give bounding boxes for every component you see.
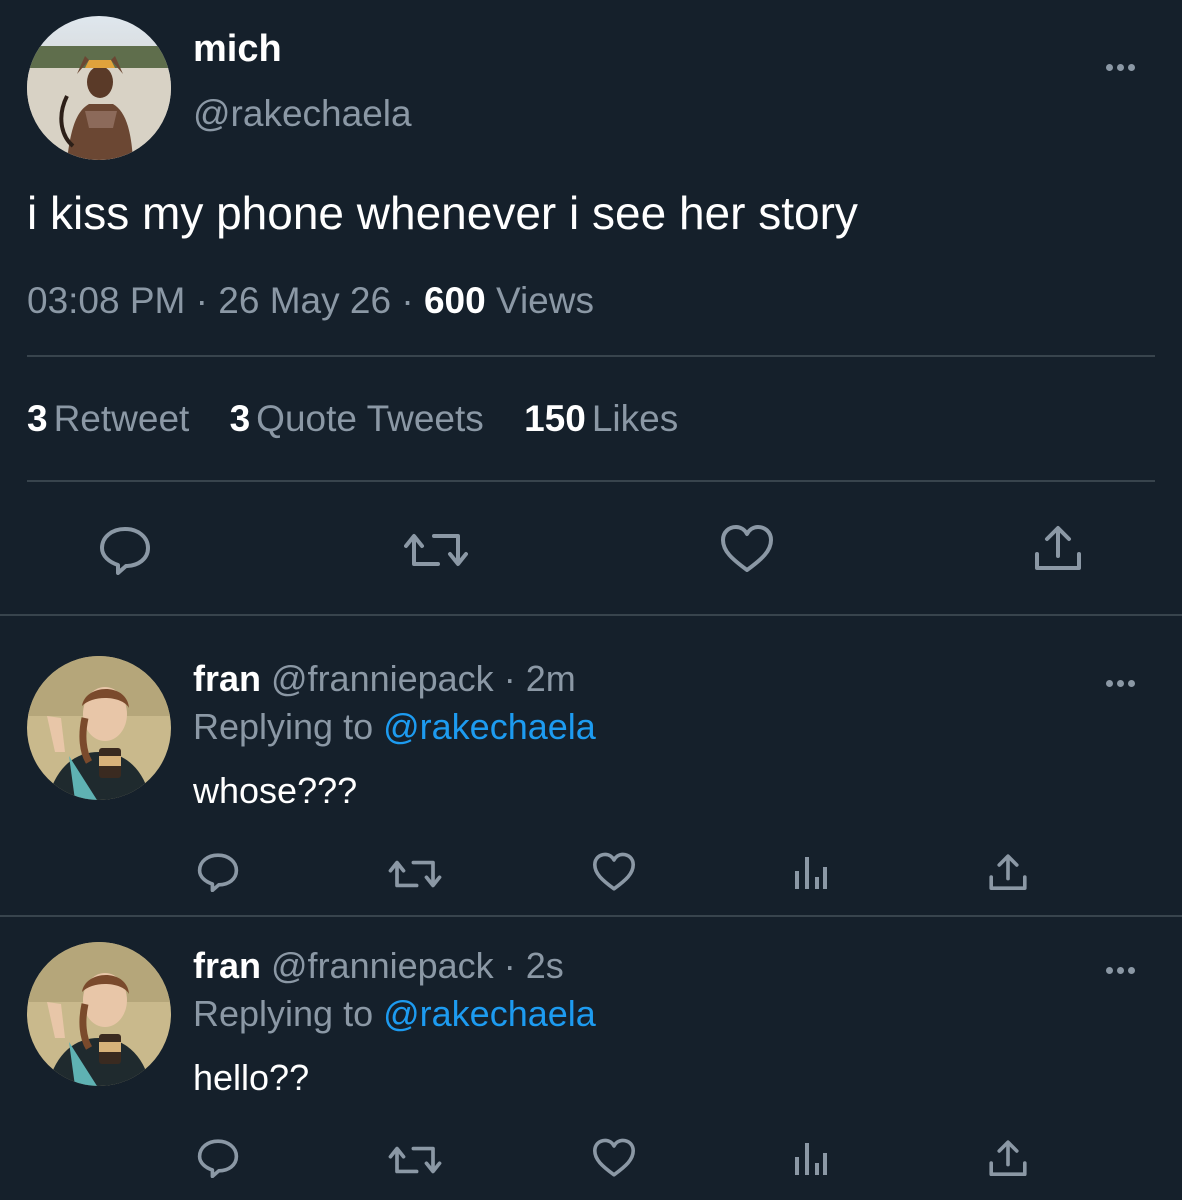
- meta-separator: ·: [503, 658, 516, 699]
- avatar[interactable]: [27, 942, 171, 1086]
- retweets-count: 3: [27, 398, 48, 439]
- avatar[interactable]: [27, 656, 171, 800]
- views-count: 600: [423, 280, 486, 321]
- user-handle[interactable]: @franniepack: [271, 658, 494, 699]
- likes-stat[interactable]: 150 Likes: [524, 398, 678, 439]
- reply-text: whose???: [193, 770, 358, 811]
- avatar[interactable]: [27, 16, 171, 160]
- reply-header: fran @franniepack · 2s: [193, 945, 564, 987]
- meta-separator: ·: [503, 945, 516, 986]
- analytics-icon[interactable]: [793, 855, 829, 891]
- more-options-icon[interactable]: [1106, 961, 1146, 977]
- more-options-icon[interactable]: [1106, 58, 1146, 74]
- display-name[interactable]: mich: [193, 28, 282, 71]
- reply-time[interactable]: 2m: [526, 658, 576, 699]
- share-icon[interactable]: [988, 853, 1028, 893]
- divider: [27, 480, 1155, 482]
- analytics-icon[interactable]: [793, 1141, 829, 1177]
- meta-separator: ·: [195, 280, 208, 321]
- more-options-icon[interactable]: [1106, 674, 1146, 690]
- divider: [0, 915, 1182, 917]
- retweets-label: Retweet: [53, 398, 190, 439]
- likes-count: 150: [524, 398, 586, 439]
- mention-link[interactable]: @rakechaela: [383, 706, 596, 747]
- divider: [0, 614, 1182, 616]
- retweet-icon[interactable]: [404, 528, 468, 572]
- likes-label: Likes: [591, 398, 679, 439]
- quotes-count: 3: [229, 398, 251, 439]
- reply-icon[interactable]: [196, 852, 240, 892]
- reply-time[interactable]: 2s: [526, 945, 564, 986]
- reply-header: fran @franniepack · 2m: [193, 658, 576, 700]
- tweet-stats: 3 Retweet 3 Quote Tweets 150 Likes: [27, 398, 708, 440]
- retweets-stat[interactable]: 3 Retweet: [27, 398, 189, 439]
- replying-to: Replying to @rakechaela: [193, 706, 596, 748]
- display-name[interactable]: fran: [193, 658, 261, 699]
- tweet-date: 26 May 26: [218, 280, 392, 321]
- share-icon[interactable]: [1033, 524, 1083, 574]
- reply-icon[interactable]: [196, 1138, 240, 1178]
- like-icon[interactable]: [720, 524, 774, 574]
- like-icon[interactable]: [592, 852, 636, 892]
- meta-separator: ·: [401, 280, 414, 321]
- tweet-meta: 03:08 PM · 26 May 26 · 600 Views: [27, 280, 594, 322]
- mention-link[interactable]: @rakechaela: [383, 993, 596, 1034]
- quotes-label: Quote Tweets: [256, 398, 484, 439]
- share-icon[interactable]: [988, 1139, 1028, 1179]
- tweet-time: 03:08 PM: [27, 280, 186, 321]
- like-icon[interactable]: [592, 1138, 636, 1178]
- views-label: Views: [495, 280, 594, 321]
- reply-icon[interactable]: [98, 525, 152, 575]
- tweet-text: i kiss my phone whenever i see her story: [27, 187, 858, 239]
- replying-to-label: Replying to: [193, 706, 374, 747]
- user-handle[interactable]: @franniepack: [271, 945, 494, 986]
- retweet-icon[interactable]: [388, 1142, 442, 1178]
- replying-to: Replying to @rakechaela: [193, 993, 596, 1035]
- reply-text: hello??: [193, 1057, 310, 1098]
- divider: [27, 355, 1155, 357]
- retweet-icon[interactable]: [388, 856, 442, 892]
- display-name[interactable]: fran: [193, 945, 261, 986]
- quotes-stat[interactable]: 3 Quote Tweets: [230, 398, 484, 439]
- user-handle[interactable]: @rakechaela: [193, 93, 412, 135]
- replying-to-label: Replying to: [193, 993, 374, 1034]
